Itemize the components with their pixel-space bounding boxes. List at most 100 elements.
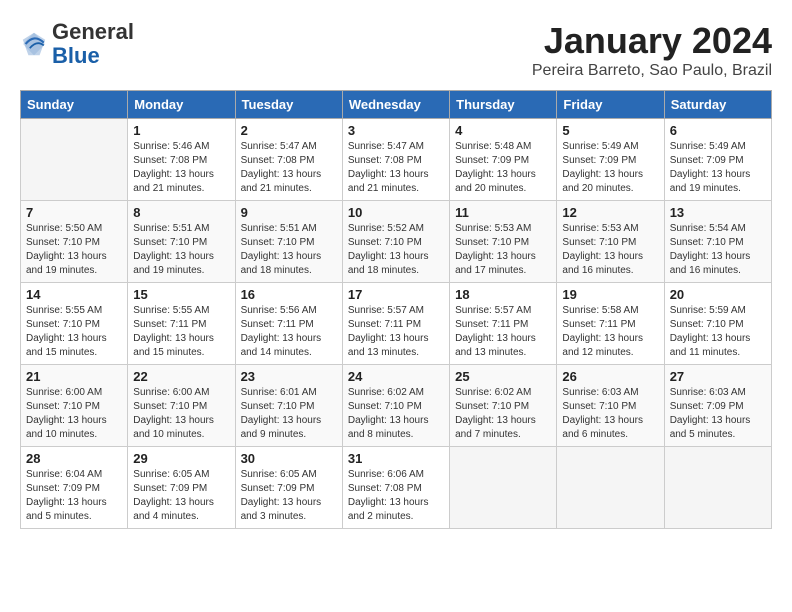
day-number: 4 (455, 123, 551, 138)
logo: General Blue (20, 20, 134, 68)
day-cell: 17Sunrise: 5:57 AM Sunset: 7:11 PM Dayli… (342, 283, 449, 365)
day-info: Sunrise: 6:05 AM Sunset: 7:09 PM Dayligh… (133, 468, 229, 524)
day-cell: 7Sunrise: 5:50 AM Sunset: 7:10 PM Daylig… (21, 201, 128, 283)
day-number: 7 (26, 205, 122, 220)
logo-text: General Blue (52, 20, 134, 68)
header-day-saturday: Saturday (664, 91, 771, 119)
week-row-3: 21 Sunrise: 6:00 AM Sunset: 7:10 PM Dayli… (21, 365, 772, 447)
day-number: 10 (348, 205, 444, 220)
day-cell (557, 447, 664, 529)
logo-icon (20, 30, 48, 58)
day-info: Sunrise: 5:46 AM Sunset: 7:08 PM Dayligh… (133, 140, 229, 196)
header-day-monday: Monday (128, 91, 235, 119)
day-info: Sunrise: 5:59 AM Sunset: 7:10 PM Dayligh… (670, 304, 766, 360)
day-number: 3 (348, 123, 444, 138)
day-number: 18 (455, 287, 551, 302)
header: General Blue January 2024 Pereira Barret… (20, 20, 772, 80)
day-number: 28 (26, 451, 122, 466)
day-number: 12 (562, 205, 658, 220)
day-cell: 29 Sunrise: 6:05 AM Sunset: 7:09 PM Dayli… (128, 447, 235, 529)
day-number: 20 (670, 287, 766, 302)
day-number: 31 (348, 451, 444, 466)
day-cell: 20 Sunrise: 5:59 AM Sunset: 7:10 PM Dayli… (664, 283, 771, 365)
day-cell: 14 Sunrise: 5:55 AM Sunset: 7:10 PM Dayli… (21, 283, 128, 365)
day-info: Sunrise: 5:52 AM Sunset: 7:10 PM Dayligh… (348, 222, 444, 278)
day-number: 11 (455, 205, 551, 220)
day-cell: 16 Sunrise: 5:56 AM Sunset: 7:11 PM Dayli… (235, 283, 342, 365)
day-number: 8 (133, 205, 229, 220)
day-cell: 3Sunrise: 5:47 AM Sunset: 7:08 PM Daylig… (342, 119, 449, 201)
week-row-0: 1 Sunrise: 5:46 AM Sunset: 7:08 PM Daylig… (21, 119, 772, 201)
day-number: 25 (455, 369, 551, 384)
day-cell: 26 Sunrise: 6:03 AM Sunset: 7:10 PM Dayli… (557, 365, 664, 447)
calendar-table: SundayMondayTuesdayWednesdayThursdayFrid… (20, 90, 772, 529)
day-cell: 21 Sunrise: 6:00 AM Sunset: 7:10 PM Dayli… (21, 365, 128, 447)
day-cell: 9Sunrise: 5:51 AM Sunset: 7:10 PM Daylig… (235, 201, 342, 283)
day-number: 29 (133, 451, 229, 466)
day-number: 26 (562, 369, 658, 384)
day-info: Sunrise: 6:00 AM Sunset: 7:10 PM Dayligh… (26, 386, 122, 442)
header-day-tuesday: Tuesday (235, 91, 342, 119)
title-area: January 2024 Pereira Barreto, Sao Paulo,… (532, 20, 772, 80)
day-info: Sunrise: 6:03 AM Sunset: 7:10 PM Dayligh… (562, 386, 658, 442)
logo-blue: Blue (52, 43, 100, 68)
week-row-1: 7Sunrise: 5:50 AM Sunset: 7:10 PM Daylig… (21, 201, 772, 283)
day-number: 17 (348, 287, 444, 302)
day-info: Sunrise: 5:49 AM Sunset: 7:09 PM Dayligh… (562, 140, 658, 196)
day-info: Sunrise: 5:51 AM Sunset: 7:10 PM Dayligh… (133, 222, 229, 278)
day-cell: 18Sunrise: 5:57 AM Sunset: 7:11 PM Dayli… (450, 283, 557, 365)
day-cell: 24Sunrise: 6:02 AM Sunset: 7:10 PM Dayli… (342, 365, 449, 447)
day-cell (450, 447, 557, 529)
day-number: 5 (562, 123, 658, 138)
day-cell: 22Sunrise: 6:00 AM Sunset: 7:10 PM Dayli… (128, 365, 235, 447)
day-info: Sunrise: 6:03 AM Sunset: 7:09 PM Dayligh… (670, 386, 766, 442)
day-number: 23 (241, 369, 337, 384)
week-row-4: 28 Sunrise: 6:04 AM Sunset: 7:09 PM Dayli… (21, 447, 772, 529)
day-number: 22 (133, 369, 229, 384)
day-cell: 8 Sunrise: 5:51 AM Sunset: 7:10 PM Daylig… (128, 201, 235, 283)
day-cell: 4Sunrise: 5:48 AM Sunset: 7:09 PM Daylig… (450, 119, 557, 201)
day-number: 27 (670, 369, 766, 384)
day-number: 6 (670, 123, 766, 138)
day-number: 16 (241, 287, 337, 302)
day-cell: 6 Sunrise: 5:49 AM Sunset: 7:09 PM Daylig… (664, 119, 771, 201)
day-info: Sunrise: 5:53 AM Sunset: 7:10 PM Dayligh… (455, 222, 551, 278)
day-number: 30 (241, 451, 337, 466)
day-cell: 11 Sunrise: 5:53 AM Sunset: 7:10 PM Dayli… (450, 201, 557, 283)
day-info: Sunrise: 6:06 AM Sunset: 7:08 PM Dayligh… (348, 468, 444, 524)
header-day-sunday: Sunday (21, 91, 128, 119)
day-number: 2 (241, 123, 337, 138)
day-cell: 23Sunrise: 6:01 AM Sunset: 7:10 PM Dayli… (235, 365, 342, 447)
day-info: Sunrise: 5:53 AM Sunset: 7:10 PM Dayligh… (562, 222, 658, 278)
day-info: Sunrise: 6:04 AM Sunset: 7:09 PM Dayligh… (26, 468, 122, 524)
day-number: 1 (133, 123, 229, 138)
day-info: Sunrise: 5:58 AM Sunset: 7:11 PM Dayligh… (562, 304, 658, 360)
day-number: 21 (26, 369, 122, 384)
day-cell: 27 Sunrise: 6:03 AM Sunset: 7:09 PM Dayli… (664, 365, 771, 447)
logo-general: General (52, 19, 134, 44)
day-cell: 1 Sunrise: 5:46 AM Sunset: 7:08 PM Daylig… (128, 119, 235, 201)
header-day-wednesday: Wednesday (342, 91, 449, 119)
day-cell (664, 447, 771, 529)
day-info: Sunrise: 5:56 AM Sunset: 7:11 PM Dayligh… (241, 304, 337, 360)
day-number: 15 (133, 287, 229, 302)
day-cell: 25 Sunrise: 6:02 AM Sunset: 7:10 PM Dayli… (450, 365, 557, 447)
day-cell: 31 Sunrise: 6:06 AM Sunset: 7:08 PM Dayli… (342, 447, 449, 529)
month-year: January 2024 (532, 20, 772, 62)
day-cell: 19Sunrise: 5:58 AM Sunset: 7:11 PM Dayli… (557, 283, 664, 365)
day-cell (21, 119, 128, 201)
day-info: Sunrise: 6:02 AM Sunset: 7:10 PM Dayligh… (348, 386, 444, 442)
day-info: Sunrise: 5:47 AM Sunset: 7:08 PM Dayligh… (241, 140, 337, 196)
day-cell: 5 Sunrise: 5:49 AM Sunset: 7:09 PM Daylig… (557, 119, 664, 201)
day-cell: 28 Sunrise: 6:04 AM Sunset: 7:09 PM Dayli… (21, 447, 128, 529)
day-number: 14 (26, 287, 122, 302)
day-cell: 13Sunrise: 5:54 AM Sunset: 7:10 PM Dayli… (664, 201, 771, 283)
day-info: Sunrise: 5:55 AM Sunset: 7:10 PM Dayligh… (26, 304, 122, 360)
week-row-2: 14 Sunrise: 5:55 AM Sunset: 7:10 PM Dayli… (21, 283, 772, 365)
day-info: Sunrise: 5:49 AM Sunset: 7:09 PM Dayligh… (670, 140, 766, 196)
day-info: Sunrise: 5:51 AM Sunset: 7:10 PM Dayligh… (241, 222, 337, 278)
day-cell: 10 Sunrise: 5:52 AM Sunset: 7:10 PM Dayli… (342, 201, 449, 283)
day-info: Sunrise: 5:54 AM Sunset: 7:10 PM Dayligh… (670, 222, 766, 278)
day-info: Sunrise: 6:02 AM Sunset: 7:10 PM Dayligh… (455, 386, 551, 442)
day-cell: 12 Sunrise: 5:53 AM Sunset: 7:10 PM Dayli… (557, 201, 664, 283)
